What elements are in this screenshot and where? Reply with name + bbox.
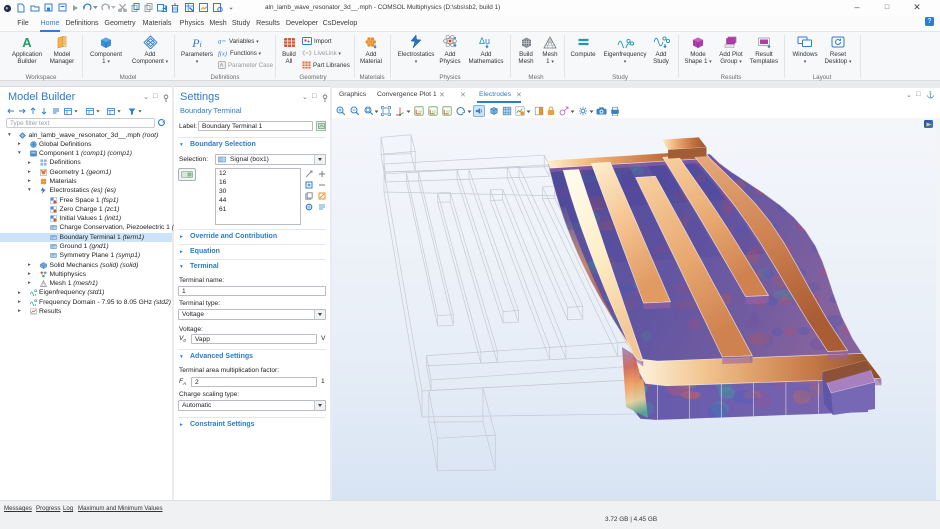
svg-text:a=: a=: [218, 38, 227, 46]
svg-text:Δu: Δu: [479, 36, 490, 46]
svg-text:xy: xy: [418, 109, 422, 114]
svg-text:xz: xz: [446, 109, 450, 114]
svg-text:f(x): f(x): [218, 51, 227, 58]
svg-text:Pi: Pi: [191, 36, 202, 49]
svg-text:yz: yz: [432, 109, 436, 114]
